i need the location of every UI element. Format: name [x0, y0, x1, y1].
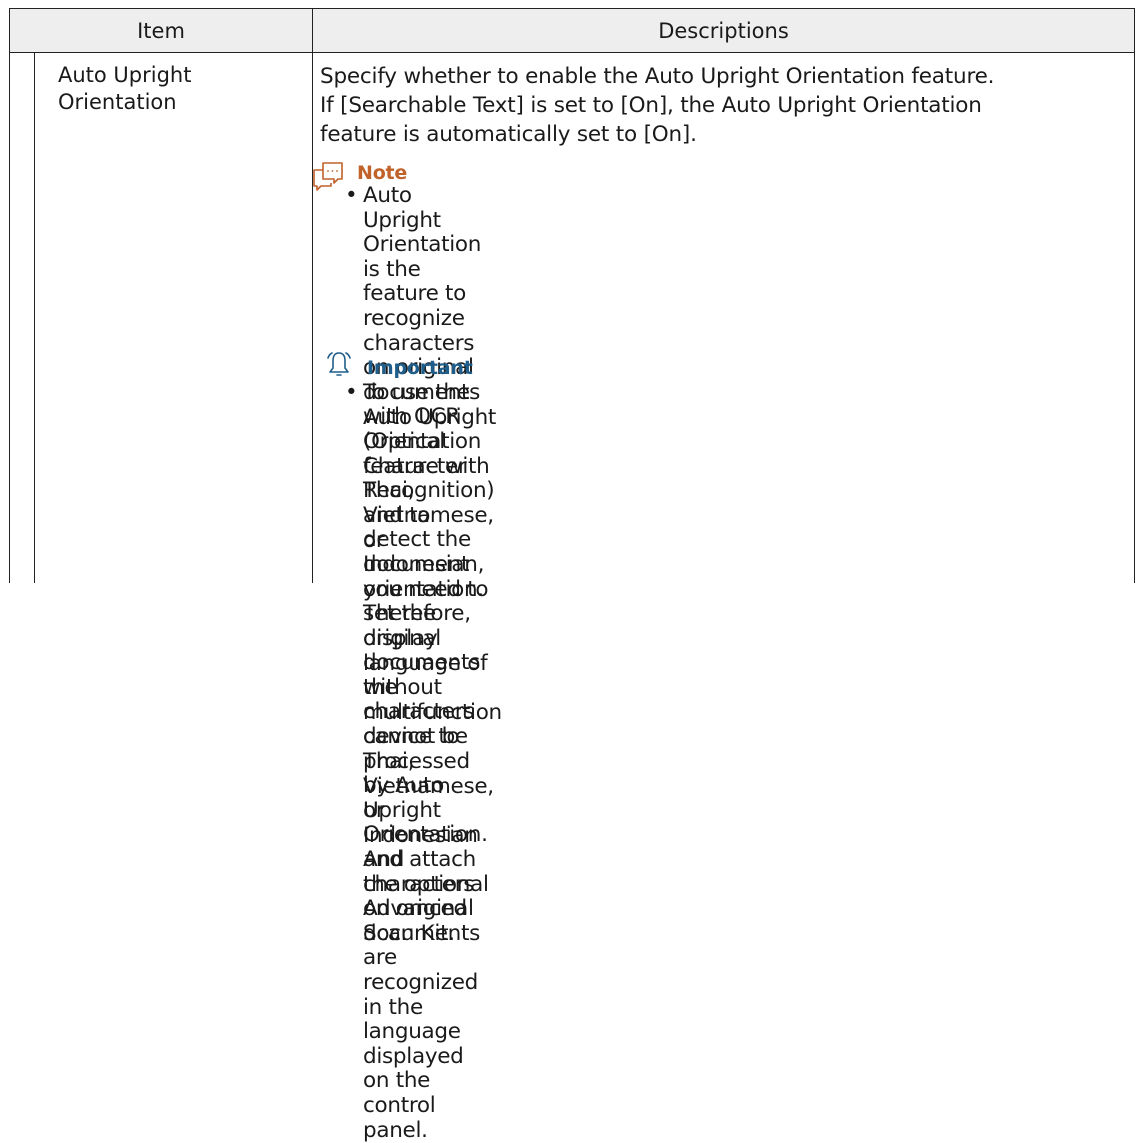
important-line: To use the Auto Upright Orientation feat…: [363, 380, 497, 504]
note-line: recognized in the language displayed on …: [363, 970, 478, 1143]
description-cell: Specify whether to enable the Auto Uprig…: [311, 53, 1134, 1142]
description-line: Specify whether to enable the Auto Uprig…: [320, 64, 995, 89]
description-line: feature is automatically set to [On].: [320, 122, 697, 147]
header-item: Item: [10, 9, 313, 53]
header-descriptions: Descriptions: [658, 19, 789, 43]
item-name-line: Orientation: [58, 90, 177, 114]
note-line: Auto Upright Orientation is the feature …: [363, 183, 482, 331]
item-name-line: Auto Upright: [58, 63, 192, 87]
bell-icon: [324, 349, 354, 379]
list-item: • To use the Auto Upright Orientation fe…: [345, 380, 502, 947]
indent-column: [10, 53, 35, 583]
bullet-marker: •: [345, 380, 358, 405]
important-line: language of the multifunction device to …: [363, 650, 502, 799]
note-speech-icon: [311, 161, 345, 193]
table-header-row: Item Descriptions: [10, 9, 1134, 53]
important-title: Important: [367, 357, 473, 379]
item-name-cell: Auto Upright Orientation: [35, 53, 313, 583]
important-body: • To use the Auto Upright Orientation fe…: [345, 380, 502, 947]
important-line: Vietnamese, or Indonesian, you need to s…: [363, 502, 494, 651]
bullet-marker: •: [345, 183, 358, 208]
description-line: If [Searchable Text] is set to [On], the…: [320, 93, 982, 118]
spec-table: Item Descriptions Auto Upright Orientati…: [9, 8, 1135, 1142]
important-line: or Indonesian and attach the optional Ad…: [363, 798, 489, 947]
